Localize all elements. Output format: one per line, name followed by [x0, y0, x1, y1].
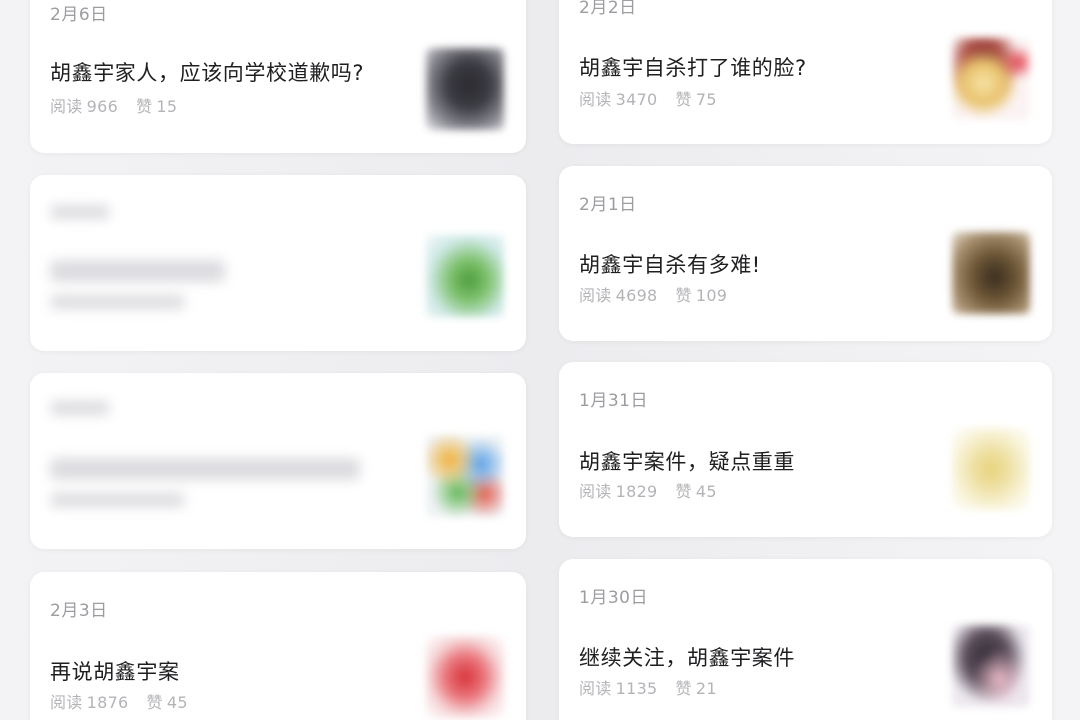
- green-photo-thumbnail-icon[interactable]: [426, 235, 504, 317]
- right-article-column: 2月2日 胡鑫宇自杀打了谁的脸? 阅读 3470 赞 75 2月1日 胡鑫宇自杀有多难…: [559, 0, 1052, 720]
- article-card[interactable]: 2月6日 胡鑫宇家人，应该向学校道歉吗? 阅读 966 赞 15: [30, 0, 526, 153]
- likes-label: 赞: [146, 693, 163, 712]
- article-title[interactable]: 胡鑫宇自杀打了谁的脸?: [579, 52, 807, 82]
- likes-count: 75: [695, 90, 717, 109]
- red-photo-thumbnail-icon[interactable]: [426, 636, 504, 718]
- likes-label: 赞: [675, 286, 692, 305]
- reads-count: 966: [86, 97, 119, 116]
- likes-label: 赞: [136, 97, 153, 116]
- likes-count: 45: [695, 482, 717, 501]
- reads-label: 阅读: [50, 693, 83, 712]
- reads-label: 阅读: [579, 482, 612, 501]
- likes-label: 赞: [675, 90, 692, 109]
- likes-label: 赞: [675, 482, 692, 501]
- blurred-date: [50, 401, 110, 415]
- article-stats: 阅读 3470 赞 75: [579, 86, 721, 110]
- article-card-blurred[interactable]: [30, 373, 526, 549]
- reads-count: 1876: [86, 693, 129, 712]
- article-card-blurred[interactable]: [30, 175, 526, 351]
- reads-count: 1135: [615, 679, 658, 698]
- brown-photo-thumbnail-icon[interactable]: [952, 232, 1030, 314]
- article-title[interactable]: 胡鑫宇自杀有多难!: [579, 249, 761, 279]
- yellow-photo-thumbnail-icon[interactable]: [952, 428, 1030, 510]
- reads-label: 阅读: [579, 286, 612, 305]
- article-stats: 阅读 966 赞 15: [50, 93, 181, 117]
- likes-count: 45: [166, 693, 188, 712]
- article-title[interactable]: 胡鑫宇家人，应该向学校道歉吗?: [50, 57, 364, 87]
- likes-count: 21: [695, 679, 717, 698]
- article-date: 2月1日: [579, 195, 637, 215]
- likes-label: 赞: [675, 679, 692, 698]
- reads-count: 1829: [615, 482, 658, 501]
- reads-count: 4698: [615, 286, 658, 305]
- article-list-page: 2月6日 胡鑫宇家人，应该向学校道歉吗? 阅读 966 赞 15 2月3日 再说胡鑫宇…: [0, 0, 1080, 720]
- article-stats: 阅读 4698 赞 109: [579, 282, 731, 306]
- reads-label: 阅读: [579, 679, 612, 698]
- blurred-stats: [50, 493, 185, 507]
- article-stats: 阅读 1829 赞 45: [579, 478, 721, 502]
- article-stats: 阅读 1135 赞 21: [579, 675, 721, 699]
- cartoon-girl-thumbnail-icon[interactable]: [952, 38, 1030, 120]
- blurred-title: [50, 260, 225, 282]
- article-card[interactable]: 2月2日 胡鑫宇自杀打了谁的脸? 阅读 3470 赞 75: [559, 0, 1052, 144]
- blurred-date: [50, 205, 110, 219]
- left-article-column: 2月6日 胡鑫宇家人，应该向学校道歉吗? 阅读 966 赞 15 2月3日 再说胡鑫宇…: [30, 0, 526, 720]
- likes-count: 109: [695, 286, 728, 305]
- article-date: 1月30日: [579, 588, 648, 608]
- reads-label: 阅读: [579, 90, 612, 109]
- article-title[interactable]: 再说胡鑫宇案: [50, 656, 180, 686]
- reads-count: 3470: [615, 90, 658, 109]
- blurred-stats: [50, 295, 185, 309]
- article-card[interactable]: 1月30日 继续关注，胡鑫宇案件 阅读 1135 赞 21: [559, 559, 1052, 720]
- article-card[interactable]: 1月31日 胡鑫宇案件，疑点重重 阅读 1829 赞 45: [559, 362, 1052, 537]
- reads-label: 阅读: [50, 97, 83, 116]
- article-date: 2月6日: [50, 5, 108, 25]
- likes-count: 15: [156, 97, 178, 116]
- dark-photo-thumbnail-icon[interactable]: [426, 48, 504, 130]
- article-card[interactable]: 2月1日 胡鑫宇自杀有多难! 阅读 4698 赞 109: [559, 166, 1052, 341]
- article-title[interactable]: 继续关注，胡鑫宇案件: [579, 642, 795, 672]
- article-stats: 阅读 1876 赞 45: [50, 689, 192, 713]
- colorful-photo-thumbnail-icon[interactable]: [426, 435, 504, 517]
- blurred-title: [50, 458, 360, 480]
- article-date: 2月2日: [579, 0, 637, 18]
- article-card[interactable]: 2月3日 再说胡鑫宇案 阅读 1876 赞 45: [30, 572, 526, 720]
- article-date: 1月31日: [579, 391, 648, 411]
- article-title[interactable]: 胡鑫宇案件，疑点重重: [579, 446, 795, 476]
- article-date: 2月3日: [50, 601, 108, 621]
- person-photo-thumbnail-icon[interactable]: [952, 625, 1030, 707]
